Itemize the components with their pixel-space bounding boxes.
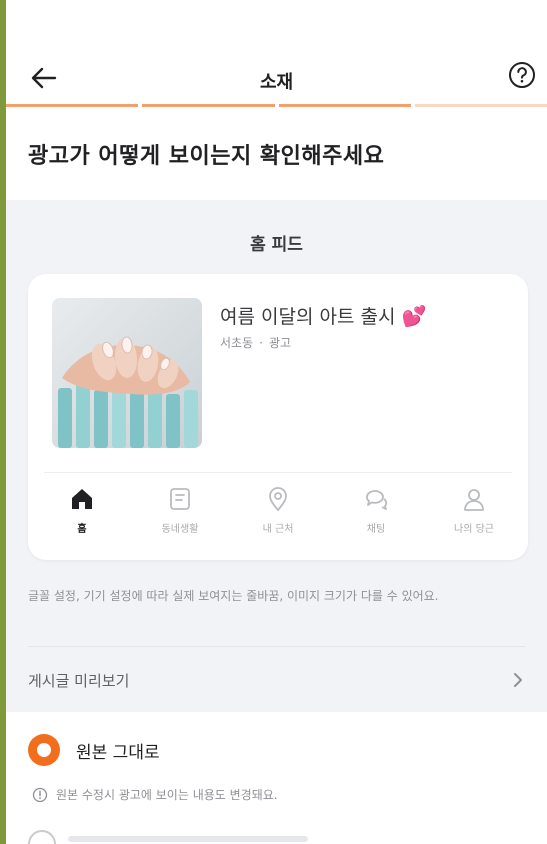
step-progress-bar — [6, 104, 547, 107]
heart-emoji: 💕 — [401, 303, 427, 328]
tab-home: 홈 — [34, 484, 130, 554]
home-feed-preview-card: 여름 이달의 아트 출시 💕 서초동 · 광고 홈 동네생활 내 근처 채팅 나… — [28, 274, 528, 560]
tab-label: 나의 당근 — [454, 524, 494, 535]
progress-step-3 — [278, 104, 411, 107]
page-heading: 광고가 어떻게 보이는지 확인해주세요 — [28, 144, 385, 169]
tab-label: 홈 — [77, 524, 87, 535]
radio-selected[interactable] — [28, 734, 60, 766]
ad-item-title: 여름 이달의 아트 출시 💕 — [220, 302, 426, 329]
preview-disclaimer: 글꼴 설정, 기기 설정에 따라 실제 보여지는 줄바꿈, 이미지 크기가 다를… — [28, 589, 439, 603]
option-note-text: 원본 수정시 광고에 보이는 내용도 변경돼요. — [56, 788, 278, 802]
ad-creative-page: 소재 광고가 어떻게 보이는지 확인해주세요 홈 피드 여름 이달의 아트 출시… — [6, 0, 547, 844]
page-title: 소재 — [259, 72, 294, 93]
option-next-partial[interactable] — [28, 830, 348, 844]
option-original[interactable]: 원본 그대로 — [28, 734, 160, 766]
ad-thumbnail-image — [52, 298, 202, 448]
tab-chat: 채팅 — [328, 484, 424, 554]
person-icon — [464, 489, 484, 511]
ad-location: 서초동 — [220, 336, 254, 350]
ad-item-meta: 서초동 · 광고 — [220, 334, 291, 351]
preview-section-label: 홈 피드 — [250, 235, 303, 255]
community-icon — [170, 488, 190, 510]
ad-preview-area: 홈 피드 여름 이달의 아트 출시 💕 서초동 · 광고 홈 동네생활 내 근처… — [6, 200, 547, 712]
chat-icon — [366, 490, 388, 510]
post-preview-label: 게시글 미리보기 — [28, 671, 130, 690]
option-original-label: 원본 그대로 — [76, 742, 160, 763]
preview-tab-bar: 홈 동네생활 내 근처 채팅 나의 당근 — [34, 484, 522, 554]
option-note: 원본 수정시 광고에 보이는 내용도 변경돼요. — [32, 786, 278, 803]
tab-my-profile: 나의 당근 — [426, 484, 522, 554]
ad-title-text: 여름 이달의 아트 출시 — [220, 306, 396, 328]
home-icon — [72, 489, 92, 509]
radio-unselected[interactable] — [28, 830, 56, 844]
top-bar: 소재 — [6, 40, 547, 110]
location-pin-icon — [269, 487, 287, 512]
section-divider — [28, 646, 525, 647]
ad-tag: 광고 — [268, 336, 292, 350]
tab-label: 채팅 — [366, 524, 386, 535]
tab-label: 내 근처 — [262, 524, 294, 535]
tab-community: 동네생활 — [132, 484, 228, 554]
progress-step-2 — [142, 104, 275, 107]
option-next-label-partial — [68, 836, 308, 842]
help-button[interactable] — [507, 60, 537, 90]
chevron-right-icon — [514, 673, 522, 687]
tab-label: 동네생활 — [161, 524, 199, 535]
info-circle-icon — [32, 787, 48, 802]
tab-nearby: 내 근처 — [230, 484, 326, 554]
progress-step-remaining — [414, 104, 547, 107]
meta-separator: · — [259, 335, 263, 350]
progress-step-1 — [6, 104, 139, 107]
card-divider — [44, 472, 512, 473]
post-preview-link[interactable]: 게시글 미리보기 — [28, 660, 525, 700]
question-circle-icon — [509, 62, 535, 88]
